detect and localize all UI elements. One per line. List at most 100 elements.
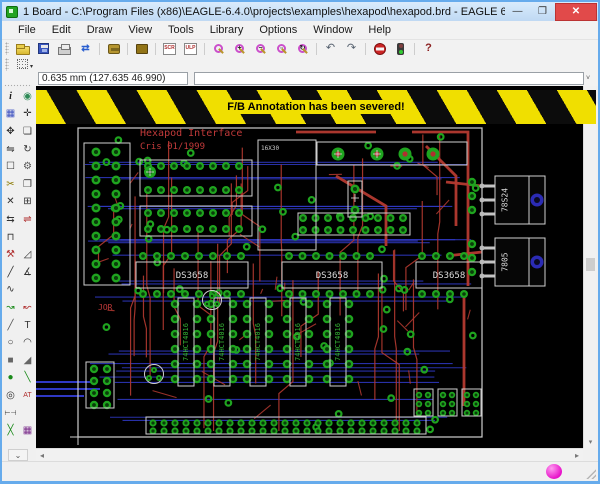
board-canvas[interactable]: DS3658DS3658DS365874HCT401674HCT401674HC… [36, 86, 583, 448]
library-button[interactable] [131, 41, 152, 56]
zoom-fit-button[interactable] [208, 41, 229, 56]
toolbar-drag-handle[interactable] [5, 42, 9, 55]
tool-auto[interactable]: ▦ [20, 424, 36, 439]
window-title: 1 Board - C:\Program Files (x86)\EAGLE-6… [23, 6, 505, 18]
tool-smash[interactable]: ⚒ [3, 248, 19, 263]
svg-text:DS3658: DS3658 [433, 271, 466, 281]
tool-cut[interactable]: ✂ [3, 177, 19, 192]
tool-meander[interactable]: ∿ [3, 283, 19, 298]
tool-route[interactable]: ↝ [3, 300, 19, 315]
tool-show[interactable]: ◉ [20, 89, 36, 104]
palette-spacer [20, 283, 36, 298]
palette-more-button[interactable]: ⌄ [8, 449, 28, 461]
tool-info[interactable]: i [3, 89, 19, 104]
run-ulp-button[interactable]: ULP [180, 41, 201, 56]
tool-split[interactable]: ╱ [3, 265, 19, 280]
toolbar-separator [316, 43, 317, 55]
cam-button[interactable] [103, 41, 124, 56]
titlebar[interactable]: 1 Board - C:\Program Files (x86)\EAGLE-6… [2, 2, 598, 21]
menu-item-edit[interactable]: Edit [44, 22, 79, 38]
menu-item-help[interactable]: Help [360, 22, 399, 38]
svg-text:74HCT4016: 74HCT4016 [294, 323, 302, 361]
export-button[interactable]: ⇄ [75, 41, 96, 56]
tool-ripup[interactable]: ↜ [20, 300, 36, 315]
maximize-button[interactable]: ❐ [530, 3, 555, 20]
stop-button[interactable] [369, 41, 390, 56]
tool-polygon[interactable]: ◢ [20, 353, 36, 368]
coordinate-display: 0.635 mm (127.635 46.990) [38, 72, 188, 85]
tool-circle[interactable]: ○ [3, 336, 19, 351]
tool-hole[interactable]: ◎ [3, 388, 19, 403]
help-icon: ? [425, 43, 432, 54]
zoom-fit-icon [214, 44, 223, 53]
horizontal-scrollbar[interactable]: ◂ ▸ [36, 448, 583, 461]
tool-rect[interactable]: ■ [3, 353, 19, 368]
vertical-scroll-thumb[interactable] [586, 258, 595, 271]
scroll-left-arrow[interactable]: ◂ [40, 451, 44, 460]
svg-text:Hexapod Interface: Hexapod Interface [140, 128, 242, 139]
pcb-drawing: DS3658DS3658DS365874HCT401674HCT401674HC… [36, 86, 583, 448]
undo-button[interactable]: ↶ [320, 41, 341, 56]
scroll-right-arrow[interactable]: ▸ [575, 451, 579, 460]
scroll-down-arrow[interactable]: ▾ [584, 435, 597, 448]
command-input[interactable] [194, 72, 584, 85]
tool-wire[interactable]: ╱ [3, 318, 19, 333]
close-button[interactable]: ✕ [555, 3, 597, 21]
tool-mirror[interactable]: ⇋ [3, 142, 19, 157]
tool-paste[interactable]: ❐ [20, 177, 36, 192]
zoom-out-button[interactable]: − [250, 41, 271, 56]
palette-drag-handle[interactable] [4, 84, 32, 87]
run-ulp-icon: ULP [184, 43, 197, 55]
tool-add[interactable]: ⊞ [20, 195, 36, 210]
menu-item-draw[interactable]: Draw [79, 22, 121, 38]
library-icon [136, 44, 148, 54]
tool-group[interactable]: ☐ [3, 160, 19, 175]
save-button[interactable] [33, 41, 54, 56]
go-button[interactable] [390, 41, 411, 56]
open-button[interactable] [12, 41, 33, 56]
tool-via[interactable]: ● [3, 371, 19, 386]
tool-copy[interactable]: ❏ [20, 124, 36, 139]
tool-signal[interactable]: ╲ [20, 371, 36, 386]
zoom-redraw-button[interactable]: ↻ [292, 41, 313, 56]
tool-move[interactable]: ✥ [3, 124, 19, 139]
menu-item-window[interactable]: Window [305, 22, 360, 38]
tool-mark[interactable]: ✛ [20, 107, 36, 122]
print-button[interactable] [54, 41, 75, 56]
tool-change[interactable]: ⚙ [20, 160, 36, 175]
tool-pinswap[interactable]: ⇆ [3, 212, 19, 227]
status-indicator [546, 464, 562, 479]
zoom-in-icon: + [235, 44, 244, 53]
tool-display[interactable]: ▦ [3, 107, 19, 122]
help-button[interactable]: ? [418, 41, 439, 56]
menu-item-view[interactable]: View [120, 22, 160, 38]
resize-grip[interactable] [586, 469, 596, 479]
tool-rotate[interactable]: ↻ [20, 142, 36, 157]
undo-icon: ↶ [326, 43, 335, 54]
tool-ratsnest[interactable]: ╳ [3, 424, 19, 439]
tool-gateswap[interactable]: ⇌ [20, 212, 36, 227]
grid-toolbar-drag-handle[interactable] [5, 58, 9, 71]
status-bar [2, 461, 598, 481]
tool-text[interactable]: T [20, 318, 36, 333]
command-dropdown-arrow[interactable]: ˅ [582, 73, 594, 84]
svg-text:DS3658: DS3658 [316, 271, 349, 281]
tool-miter[interactable]: ◿ [20, 248, 36, 263]
tool-arc[interactable]: ◠ [20, 336, 36, 351]
vertical-scrollbar[interactable]: ▴ ▾ [583, 86, 596, 448]
tool-optimize[interactable]: ∡ [20, 265, 36, 280]
script-button[interactable]: SCR [159, 41, 180, 56]
tool-dimension[interactable]: ⊢⊣ [3, 406, 19, 421]
tool-delete[interactable]: ✕ [3, 195, 19, 210]
tool-lock[interactable]: ⊓ [3, 230, 19, 245]
menu-item-library[interactable]: Library [202, 22, 252, 38]
tool-attribute[interactable]: AT [20, 388, 36, 403]
menu-item-options[interactable]: Options [251, 22, 305, 38]
redo-button[interactable]: ↷ [341, 41, 362, 56]
zoom-in-button[interactable]: + [229, 41, 250, 56]
menu-item-tools[interactable]: Tools [160, 22, 202, 38]
minimize-button[interactable]: — [505, 3, 530, 20]
grid-button[interactable] [12, 57, 33, 72]
menu-item-file[interactable]: File [10, 22, 44, 38]
zoom-select-button[interactable]: ▫ [271, 41, 292, 56]
